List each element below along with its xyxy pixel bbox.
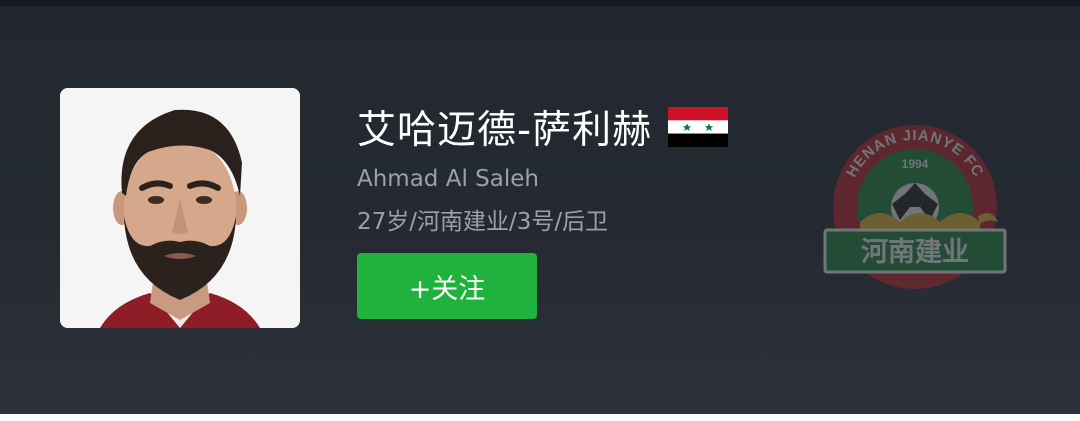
player-meta-info: 27岁/河南建业/3号/后卫 [357,209,609,235]
follow-button[interactable]: +关注 [357,253,537,319]
player-header: 艾哈迈德-萨利赫 Ahmad Al Saleh 27岁/河南建业/3号/后卫 +… [0,0,1080,414]
player-name: 艾哈迈德-萨利赫 [357,108,653,153]
club-banner-text: 河南建业 [861,237,969,268]
syria-flag-icon [668,107,729,147]
club-year: 1994 [902,157,929,171]
bottom-strip [0,414,1080,421]
player-english-name: Ahmad Al Saleh [357,166,539,192]
player-name-row: 艾哈迈德-萨利赫 [357,100,729,154]
player-avatar [60,88,300,328]
player-photo-icon [60,88,300,328]
club-crest-icon: HENAN JIANYE FC 1994 河南建业 [823,125,1007,289]
top-divider [0,0,1080,6]
